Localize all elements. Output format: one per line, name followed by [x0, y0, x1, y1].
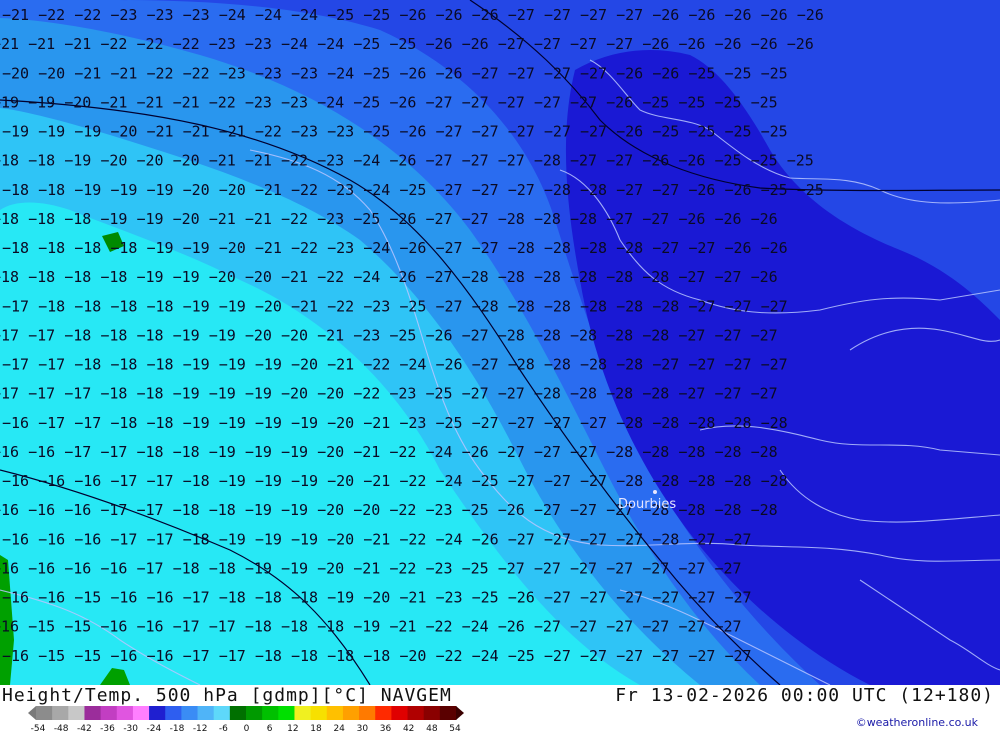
- scale-swatch: [310, 706, 328, 720]
- scale-swatch: [423, 706, 441, 720]
- temperature-label-row: −18 −18 −18 −18 −19 −19 −20 −20 −21 −22 …: [0, 268, 778, 286]
- scale-tick-label: 54: [449, 724, 461, 733]
- scale-swatch: [359, 706, 376, 720]
- scale-swatch: [36, 706, 53, 720]
- scale-swatch: [439, 706, 457, 720]
- temperature-label-row: −16 −16 −15 −16 −16 −17 −18 −18 −18 −19 …: [2, 589, 752, 607]
- city-label: Dourbies: [618, 497, 676, 512]
- temperature-label-row: −21 −22 −22 −23 −23 −23 −24 −24 −24 −25 …: [2, 6, 824, 24]
- scale-swatch: [149, 706, 166, 720]
- temperature-label-row: −17 −17 −18 −18 −18 −19 −19 −19 −20 −21 …: [2, 356, 788, 374]
- temperature-label-row: −16 −16 −16 −17 −17 −18 −19 −19 −19 −20 …: [2, 530, 752, 548]
- temperature-label-row: −16 −16 −16 −16 −17 −18 −18 −19 −19 −20 …: [0, 559, 742, 577]
- temperature-label-row: −16 −15 −15 −16 −16 −17 −17 −18 −18 −18 …: [2, 647, 752, 665]
- scale-tick-label: -30: [123, 724, 138, 733]
- temperature-label-row: −18 −18 −18 −19 −19 −20 −21 −21 −22 −23 …: [0, 210, 778, 228]
- scale-swatch: [165, 706, 182, 720]
- temperature-label-row: −18 −18 −19 −19 −19 −20 −20 −21 −22 −23 …: [2, 181, 824, 199]
- temperature-label-row: −17 −17 −18 −18 −18 −19 −19 −20 −20 −21 …: [0, 326, 778, 344]
- temperature-label-row: −17 −18 −18 −18 −18 −19 −19 −20 −21 −22 …: [2, 297, 788, 315]
- scale-swatch: [181, 706, 199, 720]
- temperature-label-row: −16 −16 −16 −17 −17 −18 −19 −19 −19 −20 …: [2, 472, 788, 490]
- temperature-label-row: −20 −20 −21 −21 −22 −22 −23 −23 −23 −24 …: [2, 64, 788, 82]
- scale-swatch: [229, 706, 247, 720]
- scale-swatch: [407, 706, 425, 720]
- map-title: Height/Temp. 500 hPa [gdmp][°C] NAVGEM: [2, 685, 452, 706]
- scale-tick-label: -42: [77, 724, 92, 733]
- scale-tick-label: 18: [310, 724, 322, 733]
- temperature-label-row: −17 −17 −17 −18 −18 −19 −19 −19 −20 −20 …: [0, 385, 778, 403]
- temperature-label-row: −16 −15 −15 −16 −16 −17 −17 −18 −18 −18 …: [0, 618, 742, 636]
- scale-tick-label: 36: [380, 724, 392, 733]
- color-scale-ticks: -54 -48 -42 -36 -30 -24 -18 -12 -6 0 6 12 18 24 30 36 42…: [31, 724, 461, 733]
- scale-tick-label: -48: [54, 724, 69, 733]
- scale-swatch: [278, 706, 295, 720]
- temperature-labels: −21 −22 −22 −23 −23 −23 −24 −24 −24 −25 …: [0, 6, 824, 665]
- temperature-label-row: −16 −17 −17 −18 −18 −19 −19 −19 −19 −20 …: [2, 414, 788, 432]
- scale-tick-label: -24: [146, 724, 161, 733]
- scale-swatch: [132, 706, 150, 720]
- scale-swatch: [294, 706, 312, 720]
- color-scale-bar: [28, 706, 464, 720]
- scale-tick-label: 12: [287, 724, 298, 733]
- scale-tick-label: -54: [31, 724, 46, 733]
- scale-tick-label: -18: [170, 724, 185, 733]
- city-marker: [653, 490, 657, 494]
- credit-link[interactable]: ©weatheronline.co.uk: [856, 716, 978, 729]
- map-footer: Height/Temp. 500 hPa [gdmp][°C] NAVGEM F…: [0, 685, 1000, 733]
- scale-tick-label: 42: [403, 724, 414, 733]
- scale-tick-label: 24: [333, 724, 345, 733]
- scale-swatch: [213, 706, 231, 720]
- scale-arrow-left: [28, 706, 36, 720]
- scale-swatch: [197, 706, 215, 720]
- temperature-label-row: −19 −19 −20 −21 −21 −21 −22 −23 −23 −24 …: [0, 93, 778, 111]
- scale-swatch: [52, 706, 69, 720]
- scale-swatch: [342, 706, 360, 720]
- temperature-label-row: −19 −19 −19 −20 −21 −21 −21 −22 −23 −23 …: [2, 123, 788, 141]
- temperature-label-row: −18 −18 −18 −18 −19 −19 −20 −21 −22 −23 …: [2, 239, 788, 257]
- run-time: Fr 13-02-2026 00:00 UTC (12+180): [615, 685, 994, 706]
- scale-swatch: [326, 706, 344, 720]
- scale-swatch: [84, 706, 102, 720]
- scale-tick-label: -12: [193, 724, 208, 733]
- scale-arrow-right: [456, 706, 464, 720]
- scale-swatch: [68, 706, 85, 720]
- scale-swatch: [391, 706, 409, 720]
- scale-tick-label: -36: [100, 724, 115, 733]
- scale-swatch: [375, 706, 392, 720]
- scale-swatch: [116, 706, 134, 720]
- scale-swatch: [246, 706, 263, 720]
- scale-tick-label: 48: [426, 724, 438, 733]
- scale-tick-label: 6: [267, 724, 273, 733]
- scale-tick-label: 0: [244, 724, 250, 733]
- scale-swatch: [100, 706, 118, 720]
- temperature-label-row: −21 −21 −21 −22 −22 −22 −23 −23 −24 −24 …: [0, 35, 814, 53]
- temperature-label-row: −16 −16 −17 −17 −18 −18 −19 −19 −19 −20 …: [0, 443, 778, 461]
- scale-tick-label: 30: [357, 724, 369, 733]
- scale-tick-label: -6: [219, 724, 228, 733]
- temperature-label-row: −18 −18 −19 −20 −20 −20 −21 −21 −22 −23 …: [0, 152, 814, 170]
- temperature-map: −21 −22 −22 −23 −23 −23 −24 −24 −24 −25 …: [0, 0, 1000, 685]
- weather-map-viewer: −21 −22 −22 −23 −23 −23 −24 −24 −24 −25 …: [0, 0, 1000, 733]
- scale-swatch: [262, 706, 279, 720]
